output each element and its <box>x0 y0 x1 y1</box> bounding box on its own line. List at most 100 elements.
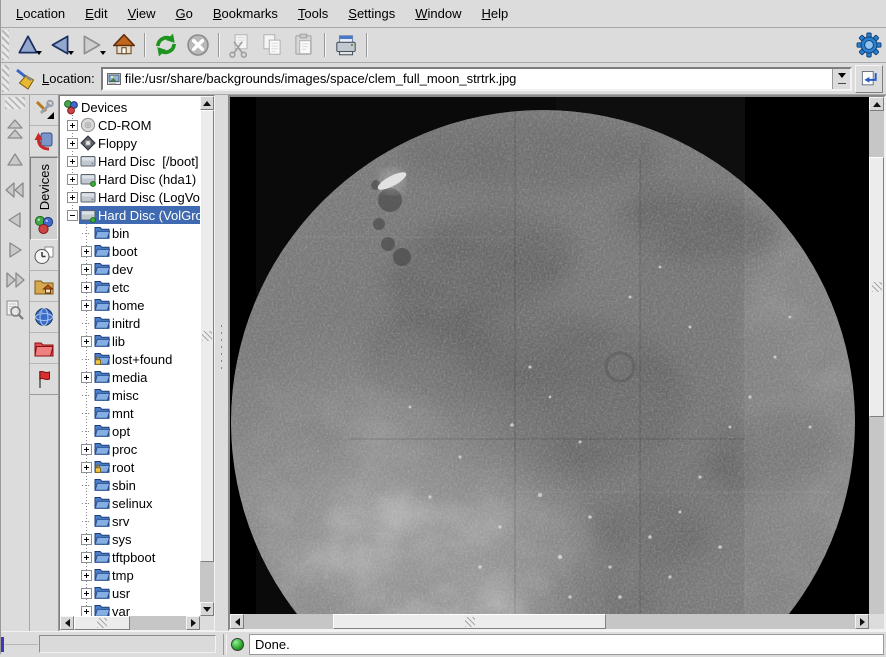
tree-item-misc[interactable]: misc <box>60 386 200 404</box>
tree-item-tmp[interactable]: tmp <box>60 566 200 584</box>
image-canvas[interactable] <box>230 97 869 614</box>
tree-item-lost-found[interactable]: lost+found <box>60 350 200 368</box>
forward-button[interactable] <box>76 30 108 60</box>
cut-button[interactable] <box>224 30 256 60</box>
tree-item-sys[interactable]: sys <box>60 530 200 548</box>
tree-expander-plus-icon[interactable] <box>81 336 92 347</box>
tree-vscrollbar[interactable] <box>200 96 214 616</box>
scroll-up-button[interactable] <box>200 96 214 110</box>
tree-item-hard-disc-logvol0[interactable]: Hard Disc (LogVol0 <box>60 188 200 206</box>
copy-button[interactable] <box>256 30 288 60</box>
tree-expander-plus-icon[interactable] <box>81 552 92 563</box>
tab-root-folder[interactable] <box>30 333 58 364</box>
forward-rail-button[interactable] <box>2 237 28 263</box>
tree-expander-plus-icon[interactable] <box>81 570 92 581</box>
pane-hscrollbar[interactable] <box>230 614 869 629</box>
tree-expander-plus-icon[interactable] <box>81 444 92 455</box>
reload-button[interactable] <box>150 30 182 60</box>
tree-item-sbin[interactable]: sbin <box>60 476 200 494</box>
menu-help[interactable]: Help <box>473 3 518 24</box>
rail-handle[interactable] <box>5 97 25 109</box>
statusbar-handle[interactable] <box>1 637 4 652</box>
tree-hscrollbar[interactable] <box>60 616 200 630</box>
tree-expander-plus-icon[interactable] <box>81 246 92 257</box>
tree-expander-plus-icon[interactable] <box>67 174 78 185</box>
pane-hscroll-thumb[interactable] <box>333 614 606 629</box>
double-up-button[interactable] <box>2 117 28 143</box>
tree-item-boot[interactable]: boot <box>60 242 200 260</box>
tree-item-usr[interactable]: usr <box>60 584 200 602</box>
tree-item-mnt[interactable]: mnt <box>60 404 200 422</box>
tree-expander-plus-icon[interactable] <box>81 300 92 311</box>
tree-item-media[interactable]: media <box>60 368 200 386</box>
tree-item-floppy[interactable]: Floppy <box>60 134 200 152</box>
scroll-left-button[interactable] <box>60 616 74 630</box>
double-back-button[interactable] <box>2 177 28 203</box>
tree-vscroll-thumb[interactable] <box>200 110 214 562</box>
tree-expander-plus-icon[interactable] <box>81 372 92 383</box>
tab-home-folder[interactable] <box>30 271 58 302</box>
scroll-right-button[interactable] <box>186 616 200 630</box>
tree-expander-plus-icon[interactable] <box>81 282 92 293</box>
tree-item-hard-disc-volgrou[interactable]: Hard Disc (VolGrou <box>60 206 200 224</box>
tree-expander-plus-icon[interactable] <box>81 264 92 275</box>
back-rail-button[interactable] <box>2 207 28 233</box>
tab-network[interactable] <box>30 302 58 333</box>
scroll-up-button[interactable] <box>869 97 884 111</box>
menu-view[interactable]: View <box>119 3 165 24</box>
tree-item-cd-rom[interactable]: CD-ROM <box>60 116 200 134</box>
menu-location[interactable]: Location <box>7 3 74 24</box>
print-button[interactable] <box>330 30 362 60</box>
tree-item-proc[interactable]: proc <box>60 440 200 458</box>
menu-tools[interactable]: Tools <box>289 3 337 24</box>
go-button[interactable] <box>855 65 883 93</box>
tree-item-lib[interactable]: lib <box>60 332 200 350</box>
location-input[interactable] <box>123 70 832 88</box>
tab-bookmarks[interactable] <box>30 126 58 157</box>
tree-item-tftpboot[interactable]: tftpboot <box>60 548 200 566</box>
stop-button[interactable] <box>182 30 214 60</box>
paste-button[interactable] <box>288 30 320 60</box>
up-button[interactable] <box>12 30 44 60</box>
tree-expander-plus-icon[interactable] <box>81 534 92 545</box>
up-rail-button[interactable] <box>2 147 28 173</box>
tree-item-home[interactable]: home <box>60 296 200 314</box>
tree-item-srv[interactable]: srv <box>60 512 200 530</box>
toolbar-handle[interactable] <box>2 65 9 92</box>
find-button[interactable] <box>2 297 28 323</box>
scroll-left-button[interactable] <box>230 614 244 629</box>
tree-item-opt[interactable]: opt <box>60 422 200 440</box>
tree-item-bin[interactable]: bin <box>60 224 200 242</box>
panel-splitter[interactable] <box>215 95 228 631</box>
tab-services[interactable] <box>30 364 58 395</box>
tree-expander-plus-icon[interactable] <box>81 462 92 473</box>
tree-expander-minus-icon[interactable] <box>67 210 78 221</box>
tree-item-selinux[interactable]: selinux <box>60 494 200 512</box>
pane-vscrollbar[interactable] <box>869 97 884 629</box>
location-dropdown-button[interactable] <box>832 69 850 89</box>
clear-location-button[interactable] <box>12 64 40 94</box>
scroll-right-button[interactable] <box>855 614 869 629</box>
menu-settings[interactable]: Settings <box>339 3 404 24</box>
menu-edit[interactable]: Edit <box>76 3 116 24</box>
tree-expander-plus-icon[interactable] <box>81 588 92 599</box>
tree-hscroll-thumb[interactable] <box>74 616 130 630</box>
tree-item-devices[interactable]: Devices <box>60 98 200 116</box>
tab-configure-sidebar[interactable] <box>30 95 58 126</box>
tree-expander-plus-icon[interactable] <box>67 192 78 203</box>
tree-expander-plus-icon[interactable] <box>67 120 78 131</box>
tree-expander-plus-icon[interactable] <box>67 138 78 149</box>
tree-expander-plus-icon[interactable] <box>67 156 78 167</box>
tree-item-hard-disc-boot[interactable]: Hard Disc [/boot] <box>60 152 200 170</box>
scroll-down-button[interactable] <box>200 602 214 616</box>
back-button[interactable] <box>44 30 76 60</box>
pane-vscroll-thumb[interactable] <box>869 157 884 417</box>
tree-item-hard-disc-hda1[interactable]: Hard Disc (hda1) [/ <box>60 170 200 188</box>
tree-expander-plus-icon[interactable] <box>81 606 92 617</box>
tab-history[interactable] <box>30 240 58 271</box>
menu-window[interactable]: Window <box>406 3 470 24</box>
tree-item-initrd[interactable]: initrd <box>60 314 200 332</box>
tree-item-etc[interactable]: etc <box>60 278 200 296</box>
toolbar-handle[interactable] <box>2 30 9 60</box>
menu-go[interactable]: Go <box>167 3 202 24</box>
